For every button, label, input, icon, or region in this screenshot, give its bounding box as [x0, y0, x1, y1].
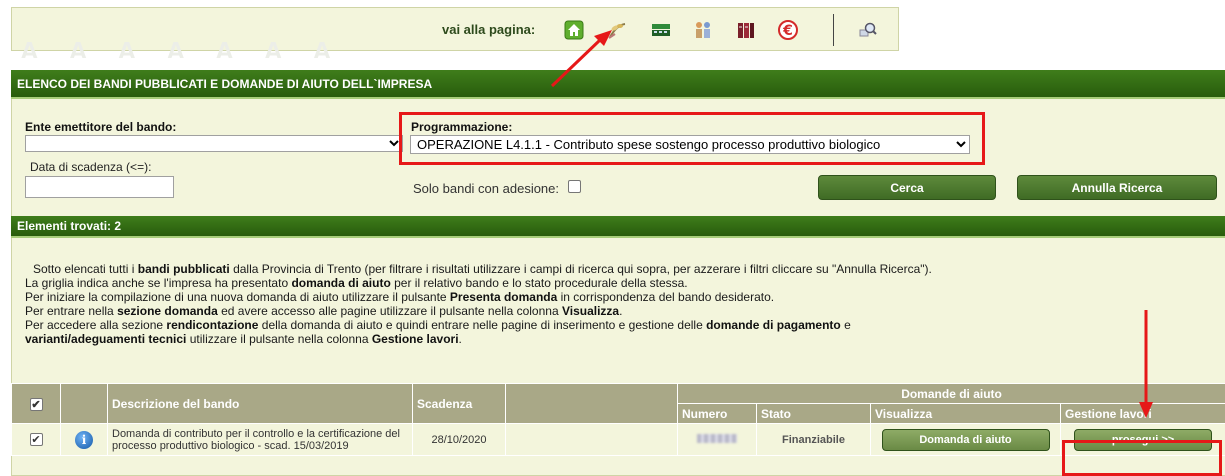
annotation-arrows [550, 30, 1153, 418]
arrow-to-gestione-lavori [1139, 310, 1153, 418]
arrow-to-sprout-icon [550, 30, 612, 88]
